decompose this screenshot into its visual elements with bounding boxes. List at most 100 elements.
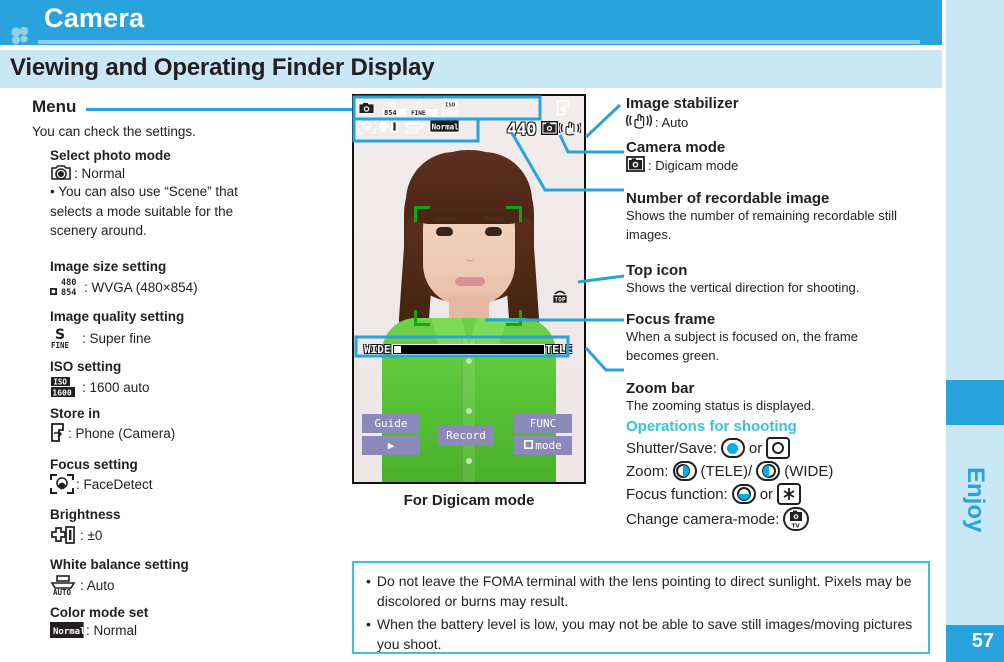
- svg-text:TOP: TOP: [554, 296, 565, 303]
- shirt-button: [466, 408, 472, 414]
- operation-suffix: (TELE)/: [700, 462, 753, 480]
- setting-value-row: : FaceDetect: [50, 474, 340, 494]
- setting-value-row: ISO 1600 : 1600 auto: [50, 376, 340, 398]
- focus-frame: [414, 206, 522, 326]
- shirt-button: [466, 458, 472, 464]
- white-balance-icon: AUTO: [403, 117, 426, 139]
- note-box: • Do not leave the FOMA terminal with th…: [352, 561, 930, 654]
- softkey-mode[interactable]: mode: [514, 436, 572, 455]
- svg-text:Normal: Normal: [53, 627, 84, 637]
- focus-corner: [414, 310, 430, 326]
- header-underline: [38, 40, 936, 44]
- softkey-guide[interactable]: Guide: [362, 414, 420, 433]
- callout-body: The zooming status is displayed.: [626, 398, 815, 413]
- setting-value-row: Normal : Normal: [50, 622, 340, 638]
- setting-heading: Color mode set: [50, 605, 149, 620]
- svg-text:AUTO: AUTO: [405, 129, 419, 134]
- zoom-tele-label: TELE: [545, 343, 573, 356]
- zoom-track[interactable]: [391, 344, 545, 355]
- page-number: 57: [971, 630, 994, 652]
- softkey-func[interactable]: FUNC: [514, 414, 572, 433]
- operation-label: Change camera-mode:: [626, 510, 780, 528]
- nav-left-key-icon[interactable]: [756, 461, 781, 481]
- note-text: When the battery level is low, you may n…: [376, 615, 913, 652]
- zoom-knob[interactable]: [393, 346, 401, 353]
- setting-heading: Brightness: [50, 507, 121, 522]
- operation-suffix: (WIDE): [784, 462, 834, 480]
- focus-corner: [506, 206, 522, 222]
- setting-value: : Auto: [80, 577, 115, 593]
- osd-status-row-2: AUTO Normal: [358, 117, 461, 139]
- zoom-wide-label: WIDE: [364, 343, 391, 356]
- color-mode-icon: Normal: [50, 622, 84, 638]
- setting-value-row: S FINE : Super fine: [50, 326, 340, 350]
- note-bullet: •: [366, 615, 371, 632]
- nav-down-key-icon[interactable]: [731, 484, 756, 504]
- camera-icon: [358, 101, 375, 120]
- shirt-button: [466, 358, 472, 364]
- setting-image-size: Image size setting 480 854 : WVGA (480×8…: [50, 259, 340, 298]
- note-bullet: •: [366, 573, 371, 589]
- camera-mode-badge-icon: [540, 120, 559, 140]
- nav-right-key-icon[interactable]: [672, 461, 697, 481]
- svg-text:Normal: Normal: [432, 122, 459, 131]
- setting-value: : Normal: [74, 165, 126, 181]
- asterisk-key-icon[interactable]: [777, 483, 802, 505]
- callout-heading: Image stabilizer: [626, 95, 739, 112]
- callout-heading: Focus frame: [626, 311, 716, 328]
- softkey-record[interactable]: Record: [438, 426, 494, 445]
- svg-text:x: x: [378, 111, 381, 116]
- setting-heading: Image size setting: [50, 259, 167, 274]
- setting-heading: White balance setting: [50, 557, 189, 572]
- svg-text:854: 854: [384, 109, 397, 116]
- finder-viewport: 480 x 854 S FINE ISO 1600 AUTO Normal 44…: [354, 96, 584, 482]
- callout-zoom-bar: Zoom bar The zooming status is displayed…: [626, 380, 926, 416]
- osd-brightness: [379, 119, 401, 139]
- setting-value: : FaceDetect: [76, 476, 153, 492]
- callout-value-row: : Auto: [625, 112, 926, 132]
- setting-select-photo-mode: Select photo mode : Normal • You can als…: [50, 148, 340, 241]
- svg-text:TV: TV: [792, 524, 801, 529]
- setting-value-row: : ±0: [50, 524, 340, 546]
- store-in-icon: [50, 423, 66, 443]
- top-icon: TOP: [552, 288, 568, 306]
- svg-text:FINE: FINE: [51, 341, 70, 350]
- sidebar-tab-top: [920, 0, 942, 45]
- operation-conjunction: or: [748, 439, 763, 457]
- page-title: Viewing and Operating Finder Display: [10, 54, 435, 81]
- setting-value-row: AUTO : Auto: [50, 574, 340, 596]
- operation-label: Focus function:: [626, 485, 728, 503]
- setting-iso: ISO setting ISO 1600 : 1600 auto: [50, 359, 340, 398]
- sidebar-section-label: Enjoy: [946, 430, 1004, 570]
- tv-camera-key-icon[interactable]: TV: [783, 507, 810, 531]
- softkey-play[interactable]: ▶: [362, 436, 420, 455]
- setting-heading: Focus setting: [50, 457, 138, 472]
- hand-shake-icon: [558, 120, 582, 141]
- chapter-title: Camera: [44, 3, 145, 33]
- svg-text:1600: 1600: [441, 108, 460, 116]
- setting-white-balance: White balance setting AUTO : Auto: [50, 557, 340, 596]
- zoom-bar[interactable]: WIDE TELE: [364, 341, 572, 358]
- figure-caption: For Digicam mode: [403, 492, 535, 509]
- callout-heading: Zoom bar: [626, 380, 695, 397]
- color-mode-icon: Normal: [428, 118, 461, 138]
- operation-label: Zoom:: [626, 462, 669, 480]
- finder-display-screenshot: 480 x 854 S FINE ISO 1600 AUTO Normal 44…: [352, 94, 586, 484]
- sidebar-tab-top-light: [920, 50, 942, 88]
- image-size-icon: 480 854: [50, 276, 82, 298]
- setting-value-row: 480 854 : WVGA (480×854): [50, 276, 340, 298]
- callout-body: Shows the vertical direction for shootin…: [626, 280, 860, 295]
- operations-for-shooting: Operations for shooting Shutter/Save: or…: [626, 418, 926, 531]
- iso-icon: ISO 1600: [50, 376, 80, 398]
- callout-body: Shows the number of remaining recordable…: [626, 208, 897, 242]
- focus-corner: [506, 310, 522, 326]
- operation-conjunction: or: [759, 485, 774, 503]
- setting-heading: Store in: [50, 406, 101, 421]
- operation-change-camera-mode: Change camera-mode: TV: [626, 507, 926, 531]
- sidebar-label-text: Enjoy: [962, 467, 989, 533]
- note-item: • Do not leave the FOMA terminal with th…: [366, 572, 916, 612]
- center-key-icon[interactable]: [720, 438, 745, 458]
- face-detect-icon: [358, 118, 376, 139]
- oval-key-icon[interactable]: [766, 437, 791, 459]
- svg-text:480: 480: [61, 278, 76, 288]
